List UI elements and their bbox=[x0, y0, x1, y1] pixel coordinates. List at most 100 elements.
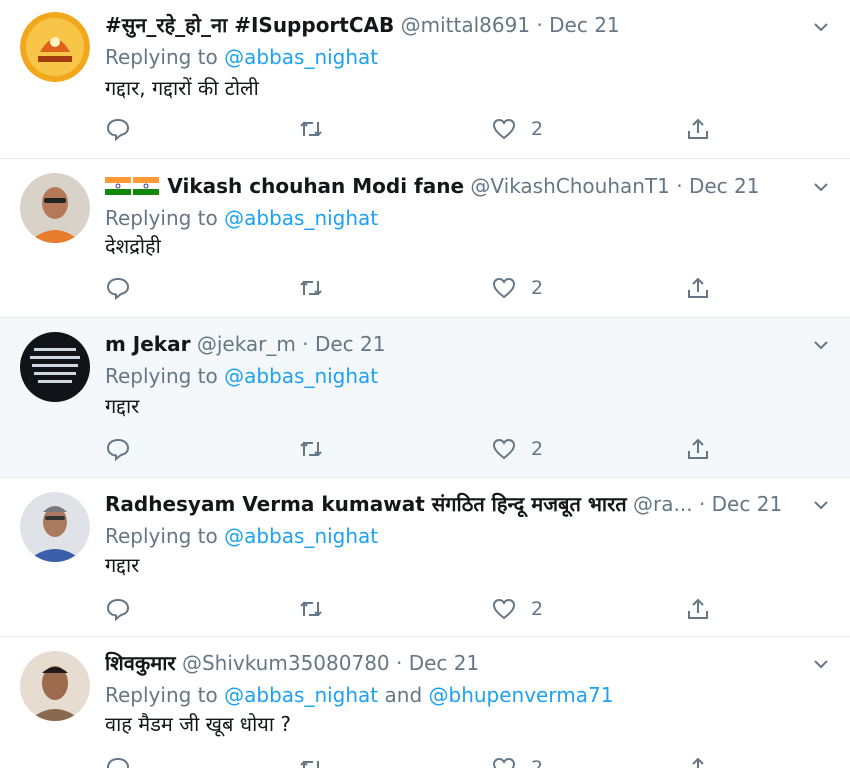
chevron-down-icon[interactable] bbox=[812, 178, 830, 196]
retweet-button[interactable] bbox=[298, 114, 324, 144]
replying-to: Replying to @abbas_nighat bbox=[105, 205, 378, 231]
reply-button[interactable] bbox=[105, 114, 131, 144]
reply-icon bbox=[106, 438, 130, 462]
share-icon bbox=[688, 598, 708, 619]
replying-to: Replying to @abbas_nighat bbox=[105, 523, 378, 549]
display-name[interactable]: m Jekar bbox=[105, 332, 190, 356]
replying-to: Replying to @abbas_nighat and @bhupenver… bbox=[105, 682, 613, 708]
tweet-date[interactable]: Dec 21 bbox=[712, 492, 783, 516]
retweet-button[interactable] bbox=[298, 594, 324, 624]
mention-link[interactable]: @abbas_nighat bbox=[224, 524, 378, 548]
share-icon bbox=[688, 277, 708, 298]
retweet-icon bbox=[300, 601, 322, 617]
mention-link[interactable]: @bhupenverma71 bbox=[429, 683, 614, 707]
heart-icon bbox=[492, 277, 516, 299]
reply-button[interactable] bbox=[105, 594, 131, 624]
reply-button[interactable] bbox=[105, 273, 131, 303]
tweet[interactable]: Vikash chouhan Modi fane @VikashChouhanT… bbox=[0, 159, 850, 318]
display-name[interactable]: #सुन_रहे_हो_ना #ISupportCAB bbox=[105, 13, 394, 37]
india-flag-icon bbox=[105, 175, 131, 201]
tweet-text: गद्दार bbox=[105, 394, 140, 418]
replying-to-label: Replying to bbox=[105, 206, 225, 230]
tweet-date[interactable]: Dec 21 bbox=[409, 651, 480, 675]
display-name[interactable]: शिवकुमार bbox=[105, 651, 176, 675]
like-button[interactable]: 2 bbox=[491, 753, 543, 768]
retweet-icon bbox=[300, 760, 319, 768]
tweet-actions: 2 bbox=[0, 594, 850, 624]
share-button[interactable] bbox=[685, 114, 711, 144]
mention-link[interactable]: @abbas_nighat bbox=[224, 45, 378, 69]
tweet-header: शिवकुमार @Shivkum35080780 · Dec 21 bbox=[105, 650, 810, 676]
tweet[interactable]: #सुन_रहे_हो_ना #ISupportCAB @mittal8691 … bbox=[0, 0, 850, 159]
tweet-actions: 2 bbox=[0, 753, 850, 768]
like-button[interactable]: 2 bbox=[491, 273, 543, 303]
like-count: 2 bbox=[531, 598, 544, 620]
chevron-down-icon[interactable] bbox=[812, 655, 830, 673]
india-flag-icon bbox=[133, 175, 159, 201]
retweet-icon bbox=[300, 441, 322, 457]
retweet-icon bbox=[300, 280, 322, 296]
user-handle[interactable]: @VikashChouhanT1 bbox=[470, 174, 669, 198]
like-count: 2 bbox=[531, 757, 544, 768]
reply-icon bbox=[106, 277, 130, 301]
user-handle[interactable]: @ra... bbox=[633, 492, 693, 516]
tweet-header: Vikash chouhan Modi fane @VikashChouhanT… bbox=[105, 173, 810, 201]
chevron-down-icon[interactable] bbox=[812, 336, 830, 354]
retweet-button[interactable] bbox=[298, 434, 324, 464]
tweet-header: #सुन_रहे_हो_ना #ISupportCAB @mittal8691 … bbox=[105, 12, 810, 38]
reply-icon bbox=[106, 118, 130, 142]
replying-to-label: Replying to bbox=[105, 45, 225, 69]
user-handle[interactable]: @mittal8691 bbox=[401, 13, 530, 37]
separator-dot: · bbox=[698, 492, 706, 516]
tweet-feed: #सुन_रहे_हो_ना #ISupportCAB @mittal8691 … bbox=[0, 0, 850, 768]
tweet[interactable]: Radhesyam Verma kumawat संगठित हिन्दू मज… bbox=[0, 478, 850, 637]
user-handle[interactable]: @jekar_m bbox=[197, 332, 296, 356]
heart-icon bbox=[492, 438, 516, 460]
avatar[interactable] bbox=[20, 173, 90, 243]
replying-to-label: Replying to bbox=[105, 524, 225, 548]
heart-icon bbox=[492, 598, 516, 620]
retweet-button[interactable] bbox=[298, 273, 324, 303]
tweet[interactable]: m Jekar @jekar_m · Dec 21 Replying to @a… bbox=[0, 318, 850, 478]
share-button[interactable] bbox=[685, 753, 711, 768]
like-count: 2 bbox=[531, 438, 544, 460]
replying-to: Replying to @abbas_nighat bbox=[105, 44, 378, 70]
avatar[interactable] bbox=[20, 651, 90, 721]
tweet[interactable]: शिवकुमार @Shivkum35080780 · Dec 21 Reply… bbox=[0, 637, 850, 768]
share-icon bbox=[688, 118, 708, 139]
like-button[interactable]: 2 bbox=[491, 434, 543, 464]
share-button[interactable] bbox=[685, 594, 711, 624]
tweet-date[interactable]: Dec 21 bbox=[315, 332, 386, 356]
like-button[interactable]: 2 bbox=[491, 594, 543, 624]
chevron-down-icon[interactable] bbox=[812, 18, 830, 36]
mention-link[interactable]: @abbas_nighat bbox=[224, 206, 378, 230]
tweet-date[interactable]: Dec 21 bbox=[689, 174, 760, 198]
share-icon bbox=[688, 438, 708, 459]
separator-dot: · bbox=[676, 174, 683, 198]
heart-icon bbox=[492, 118, 516, 140]
like-button[interactable]: 2 bbox=[491, 114, 543, 144]
avatar[interactable] bbox=[20, 332, 90, 402]
user-handle[interactable]: @Shivkum35080780 bbox=[182, 651, 390, 675]
like-count: 2 bbox=[531, 118, 544, 140]
display-name[interactable]: Radhesyam Verma kumawat संगठित हिन्दू मज… bbox=[105, 492, 627, 516]
chevron-down-icon[interactable] bbox=[812, 496, 830, 514]
share-button[interactable] bbox=[685, 434, 711, 464]
avatar[interactable] bbox=[20, 12, 90, 82]
display-name[interactable]: Vikash chouhan Modi fane bbox=[167, 174, 464, 198]
mention-link[interactable]: @abbas_nighat bbox=[224, 364, 378, 388]
reply-button[interactable] bbox=[105, 434, 131, 464]
retweet-button[interactable] bbox=[298, 753, 324, 768]
separator-dot: · bbox=[396, 651, 403, 675]
reply-button[interactable] bbox=[105, 753, 131, 768]
reply-icon bbox=[106, 757, 130, 768]
mention-link[interactable]: @abbas_nighat bbox=[224, 683, 378, 707]
replying-to-label: Replying to bbox=[105, 364, 225, 388]
share-button[interactable] bbox=[685, 273, 711, 303]
tweet-text: गद्दार, गद्दारों की टोली bbox=[105, 76, 259, 100]
separator-dot: · bbox=[536, 13, 543, 37]
tweet-actions: 2 bbox=[0, 273, 850, 303]
avatar[interactable] bbox=[20, 492, 90, 562]
heart-icon bbox=[492, 757, 516, 768]
tweet-date[interactable]: Dec 21 bbox=[549, 13, 620, 37]
